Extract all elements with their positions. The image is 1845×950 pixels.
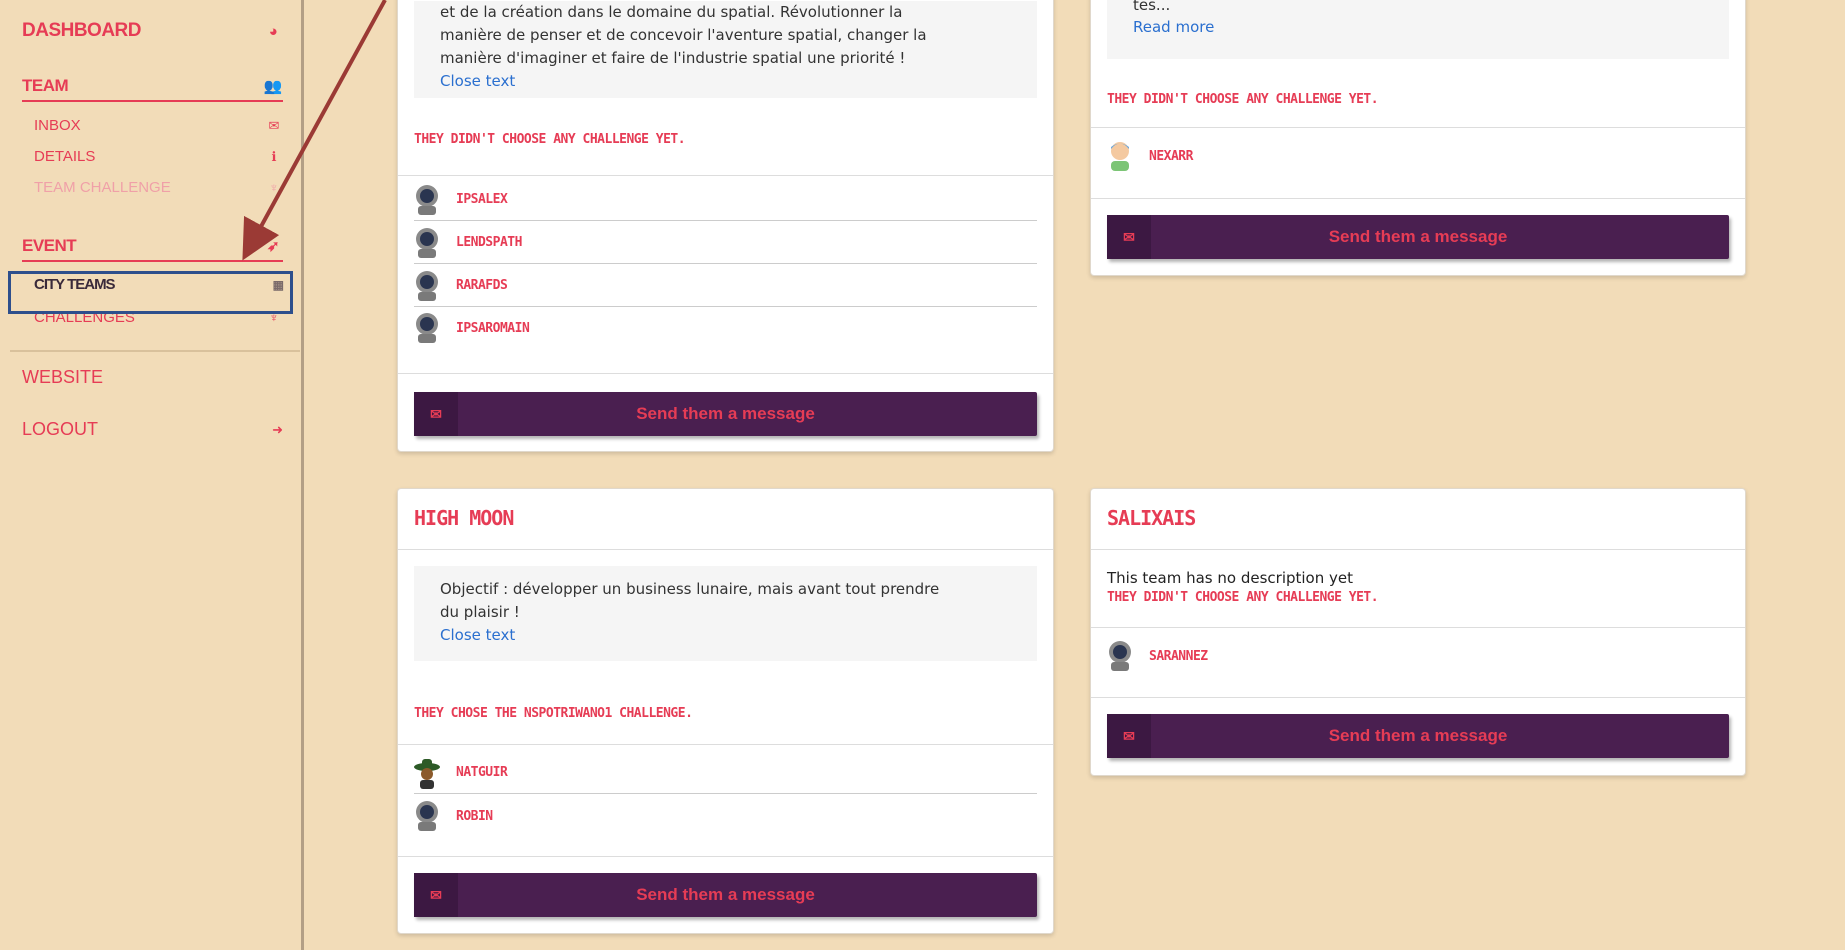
challenge-status: THEY DIDN'T CHOOSE ANY CHALLENGE YET. [1107,92,1379,107]
nav-dashboard[interactable]: DASHBOARD ◕ [22,20,283,42]
send-message-label: Send them a message [1328,726,1508,745]
member-name[interactable]: RARAFDS [456,278,508,293]
sombrero-avatar [414,757,440,789]
nav-inbox[interactable]: INBOX ✉ [34,117,283,134]
nav-team[interactable]: TEAM 👥 [22,76,283,102]
astronaut-avatar [414,800,440,832]
team-member: ROBIN [414,795,1037,837]
send-message-button[interactable]: ✉ Send them a message [414,873,1037,917]
divider [1091,127,1745,128]
divider [1091,549,1745,550]
send-message-button[interactable]: ✉ Send them a message [414,392,1037,436]
astronaut-avatar [414,227,440,259]
team-member: NATGUIR [414,752,1037,794]
divider [1091,627,1745,628]
envelope-icon: ✉ [268,117,280,133]
team-description: et de la création dans le domaine du spa… [414,1,1037,98]
envelope-icon: ✉ [1107,714,1151,758]
member-name[interactable]: LENDSPATH [456,235,522,250]
nav-website-label: WEBSITE [22,367,104,387]
nav-team-challenge-label: TEAM CHALLENGE [34,179,171,196]
nav-inbox-label: INBOX [34,117,81,134]
astronaut-avatar [1107,640,1133,672]
member-name[interactable]: ROBIN [456,809,493,824]
info-icon: ℹ [271,148,277,164]
team-title: SALIXAIS [1107,506,1196,530]
rocket-icon: ➶ [266,238,280,255]
member-name[interactable]: IPSALEX [456,192,508,207]
divider [1091,697,1745,698]
team-card: SALIXAIS This team has no description ye… [1090,488,1746,776]
send-message-label: Send them a message [636,885,815,904]
close-text-link[interactable]: Close text [440,624,1011,647]
envelope-icon: ✉ [1107,215,1151,259]
astronaut-avatar [414,184,440,216]
sign-out-icon: ➜ [272,421,283,437]
description-line: manière de penser et de concevoir l'aven… [440,26,927,44]
member-name[interactable]: IPSAROMAIN [456,321,530,336]
nav-event[interactable]: EVENT ➶ [22,236,283,262]
description-line: Objectif : développer un business lunair… [440,580,940,598]
member-name[interactable]: NEXARR [1149,149,1193,164]
nav-team-challenge[interactable]: TEAM CHALLENGE ♆ [34,179,283,196]
divider [398,373,1053,374]
no-description-text: This team has no description yet [1107,569,1353,587]
divider [398,856,1053,857]
nav-details-label: DETAILS [34,148,96,165]
team-member: SARANNEZ [1107,635,1729,677]
sidebar-divider [10,350,300,352]
challenge-status: THEY DIDN'T CHOOSE ANY CHALLENGE YET. [1107,590,1379,605]
challenge-status: THEY CHOSE THE NSPOTRIWANO1 CHALLENGE. [414,706,693,721]
nav-logout-label: LOGOUT [22,419,99,439]
person-avatar [1107,140,1133,172]
team-member: NEXARR [1107,135,1729,177]
nav-website[interactable]: WEBSITE [22,367,283,388]
read-more-link[interactable]: Read more [1133,11,1703,43]
team-card: et de la création dans le domaine du spa… [397,0,1054,452]
highlight-box [8,271,293,314]
description-line: tes... [1133,0,1171,11]
nav-details[interactable]: DETAILS ℹ [34,148,283,165]
send-message-button[interactable]: ✉ Send them a message [1107,215,1729,259]
nav-logout[interactable]: LOGOUT ➜ [22,419,283,440]
send-message-label: Send them a message [636,404,815,423]
close-text-link[interactable]: Close text [440,70,1011,93]
nav-dashboard-label: DASHBOARD [22,20,142,41]
team-card: HIGH MOON Objectif : développer un busin… [397,488,1054,934]
team-description: Objectif : développer un business lunair… [414,566,1037,661]
nav-event-label: EVENT [22,236,77,255]
astronaut-avatar [414,312,440,344]
dashboard-icon: ◕ [268,22,278,40]
divider [398,175,1053,176]
description-line: du plaisir ! [440,603,520,621]
team-description: tes... Read more [1107,0,1729,59]
description-line: et de la création dans le domaine du spa… [440,3,903,21]
astronaut-avatar [414,270,440,302]
send-message-label: Send them a message [1328,227,1508,246]
member-name[interactable]: NATGUIR [456,765,508,780]
trophy-icon: ♆ [269,180,279,195]
users-icon: 👥 [263,78,283,95]
envelope-icon: ✉ [414,392,458,436]
team-member: LENDSPATH [414,222,1037,264]
challenge-status: THEY DIDN'T CHOOSE ANY CHALLENGE YET. [414,132,686,147]
team-card: tes... Read more THEY DIDN'T CHOOSE ANY … [1090,0,1746,276]
nav-team-label: TEAM [22,76,69,95]
member-name[interactable]: SARANNEZ [1149,649,1208,664]
team-member: RARAFDS [414,265,1037,307]
send-message-button[interactable]: ✉ Send them a message [1107,714,1729,758]
sidebar: DASHBOARD ◕ TEAM 👥 INBOX ✉ DETAILS ℹ TEA… [0,0,304,950]
divider [398,744,1053,745]
divider [398,549,1053,550]
team-member: IPSAROMAIN [414,307,1037,349]
description-line: manière d'imaginer et faire de l'industr… [440,49,906,67]
team-title: HIGH MOON [414,506,514,530]
team-member: IPSALEX [414,179,1037,221]
envelope-icon: ✉ [414,873,458,917]
divider [1091,198,1745,199]
